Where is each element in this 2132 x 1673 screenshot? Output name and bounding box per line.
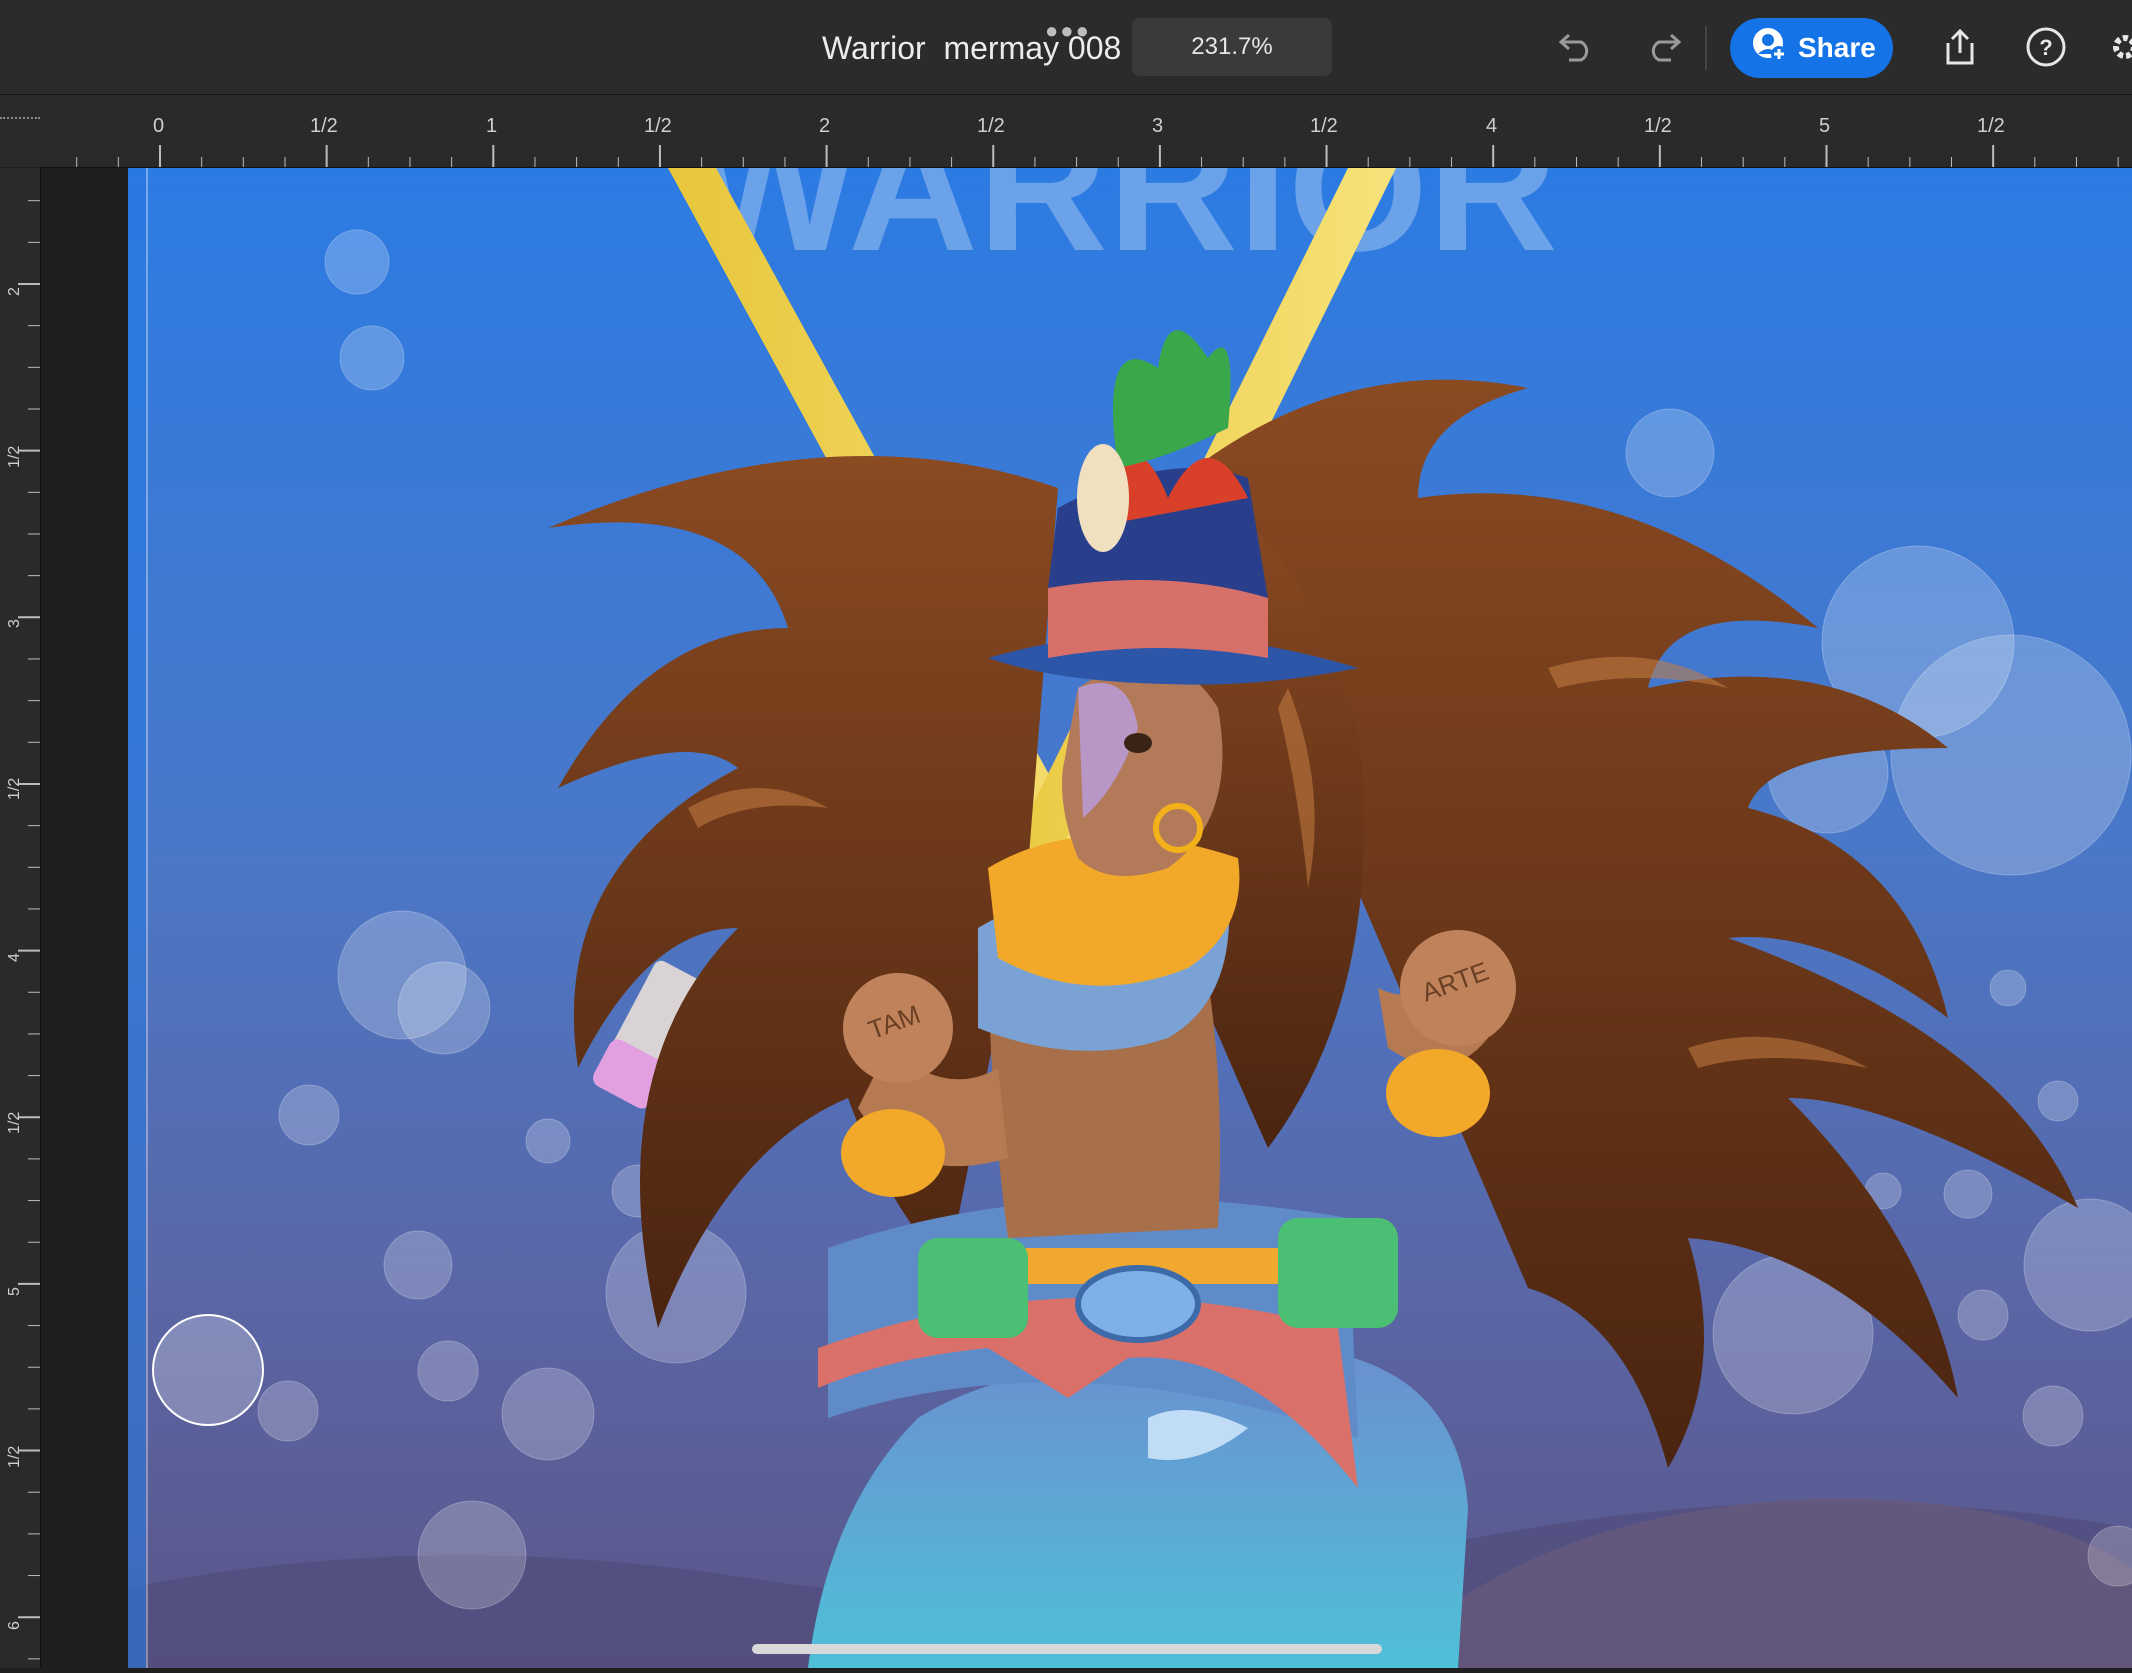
document-title[interactable]: Warrior mermay 008: [822, 30, 1121, 67]
help-icon[interactable]: ?: [2021, 22, 2071, 72]
horizontal-ruler[interactable]: 0 1/2 1 1/2 2 1/2 3 1/2 4 1/2 5 1/2: [40, 95, 2132, 168]
home-indicator: [752, 1644, 1382, 1654]
vruler-label-4: 4: [6, 953, 23, 962]
top-toolbar: ●●● Warrior mermay 008 231.7% Share ?: [0, 0, 2132, 95]
share-label: Share: [1798, 32, 1876, 63]
ruler-label-3: 3: [1152, 115, 1164, 137]
eye: [1124, 733, 1152, 753]
artwork-illustration: WARRIOR TAM ARTE: [128, 168, 2132, 1668]
export-icon[interactable]: [1935, 22, 1985, 72]
artboard-edge: [128, 168, 146, 1668]
share-person-icon: [1752, 27, 1788, 70]
belt-pouch-right: [1278, 1218, 1398, 1328]
vruler-label-3: 3: [6, 619, 23, 628]
zoom-level-label: 231.7%: [1191, 33, 1273, 60]
share-button[interactable]: Share: [1730, 18, 1893, 78]
vertical-ruler-ticks: [18, 200, 40, 1660]
vruler-label-3-half: 1/2: [6, 777, 23, 800]
redo-icon[interactable]: [1640, 22, 1690, 72]
toolbar-separator: [1705, 26, 1707, 70]
vertical-ruler[interactable]: 2 1/2 3 1/2 4 1/2 5 1/2 6: [0, 168, 41, 1668]
background-title-text: WARRIOR: [688, 168, 1558, 289]
vruler-label-2: 2: [6, 287, 23, 296]
touch-indicator: [152, 1314, 264, 1426]
ruler-label-4: 4: [1486, 115, 1498, 137]
hat-feather-cream: [1077, 444, 1129, 552]
right-bracelet: [1386, 1049, 1490, 1137]
ruler-label-0-half: 1/2: [310, 115, 338, 137]
ruler-label-2-half: 1/2: [977, 115, 1005, 137]
vruler-label-5: 5: [6, 1287, 23, 1296]
ruler-label-5: 5: [1819, 115, 1831, 137]
settings-icon[interactable]: [2100, 22, 2132, 72]
ruler-label-2: 2: [819, 115, 831, 137]
vruler-label-4-half: 1/2: [6, 1111, 23, 1134]
ruler-label-0: 0: [153, 115, 165, 137]
ruler-corner: [0, 95, 41, 167]
zoom-level-button[interactable]: 231.7%: [1132, 18, 1332, 76]
belt-pouch-left: [918, 1238, 1028, 1338]
belt-buckle: [1075, 1265, 1201, 1343]
undo-icon[interactable]: [1550, 22, 1600, 72]
ruler-label-1: 1: [486, 115, 498, 137]
ruler-label-5-half: 1/2: [1977, 115, 2005, 137]
vruler-label-5-half: 1/2: [6, 1445, 23, 1468]
ruler-label-3-half: 1/2: [1310, 115, 1338, 137]
svg-text:?: ?: [2039, 35, 2052, 60]
artboard-canvas[interactable]: WARRIOR TAM ARTE: [128, 168, 2132, 1668]
vruler-label-2-half: 1/2: [6, 445, 23, 468]
vruler-label-6: 6: [6, 1621, 23, 1630]
left-bracelet: [841, 1109, 945, 1197]
ruler-label-4-half: 1/2: [1644, 115, 1672, 137]
ruler-label-1-half: 1/2: [644, 115, 672, 137]
